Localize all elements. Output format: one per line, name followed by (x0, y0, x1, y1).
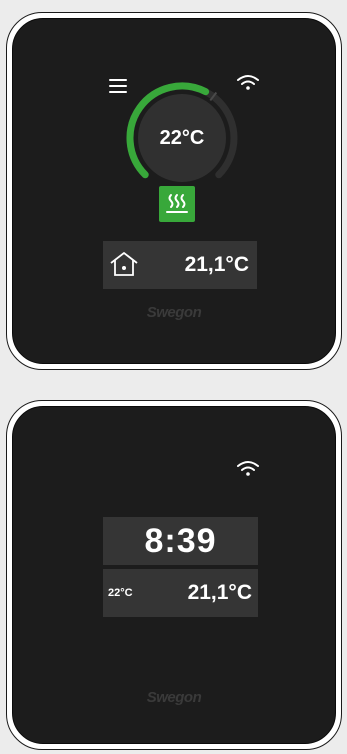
brand-logo: Swegon (146, 304, 202, 321)
temperature-panel: 22°C 21,1°C (103, 569, 258, 617)
set-temperature: 22°C (108, 587, 133, 599)
thermostat-device-clock: 8:39 22°C 21,1°C Swegon (6, 400, 342, 750)
temperature-dial[interactable]: 22°C (123, 79, 241, 197)
clock-panel: 8:39 (103, 517, 258, 565)
wifi-icon (237, 461, 259, 476)
indoor-temperature: 21,1°C (187, 581, 252, 604)
brand-logo: Swegon (146, 689, 202, 706)
home-icon (110, 252, 138, 276)
thermostat-device-main: 22°C 21,1°C Swegon (6, 12, 342, 370)
indoor-temperature: 21,1°C (184, 253, 249, 276)
heating-button[interactable] (159, 186, 195, 222)
heating-icon (166, 194, 188, 213)
thermostat-screen-clock: 8:39 22°C 21,1°C Swegon (12, 406, 336, 744)
set-temperature: 22°C (159, 126, 205, 149)
thermostat-screen-main: 22°C 21,1°C Swegon (12, 18, 336, 364)
clock-time: 8:39 (144, 522, 217, 560)
indoor-temperature-panel: 21,1°C (103, 241, 257, 289)
